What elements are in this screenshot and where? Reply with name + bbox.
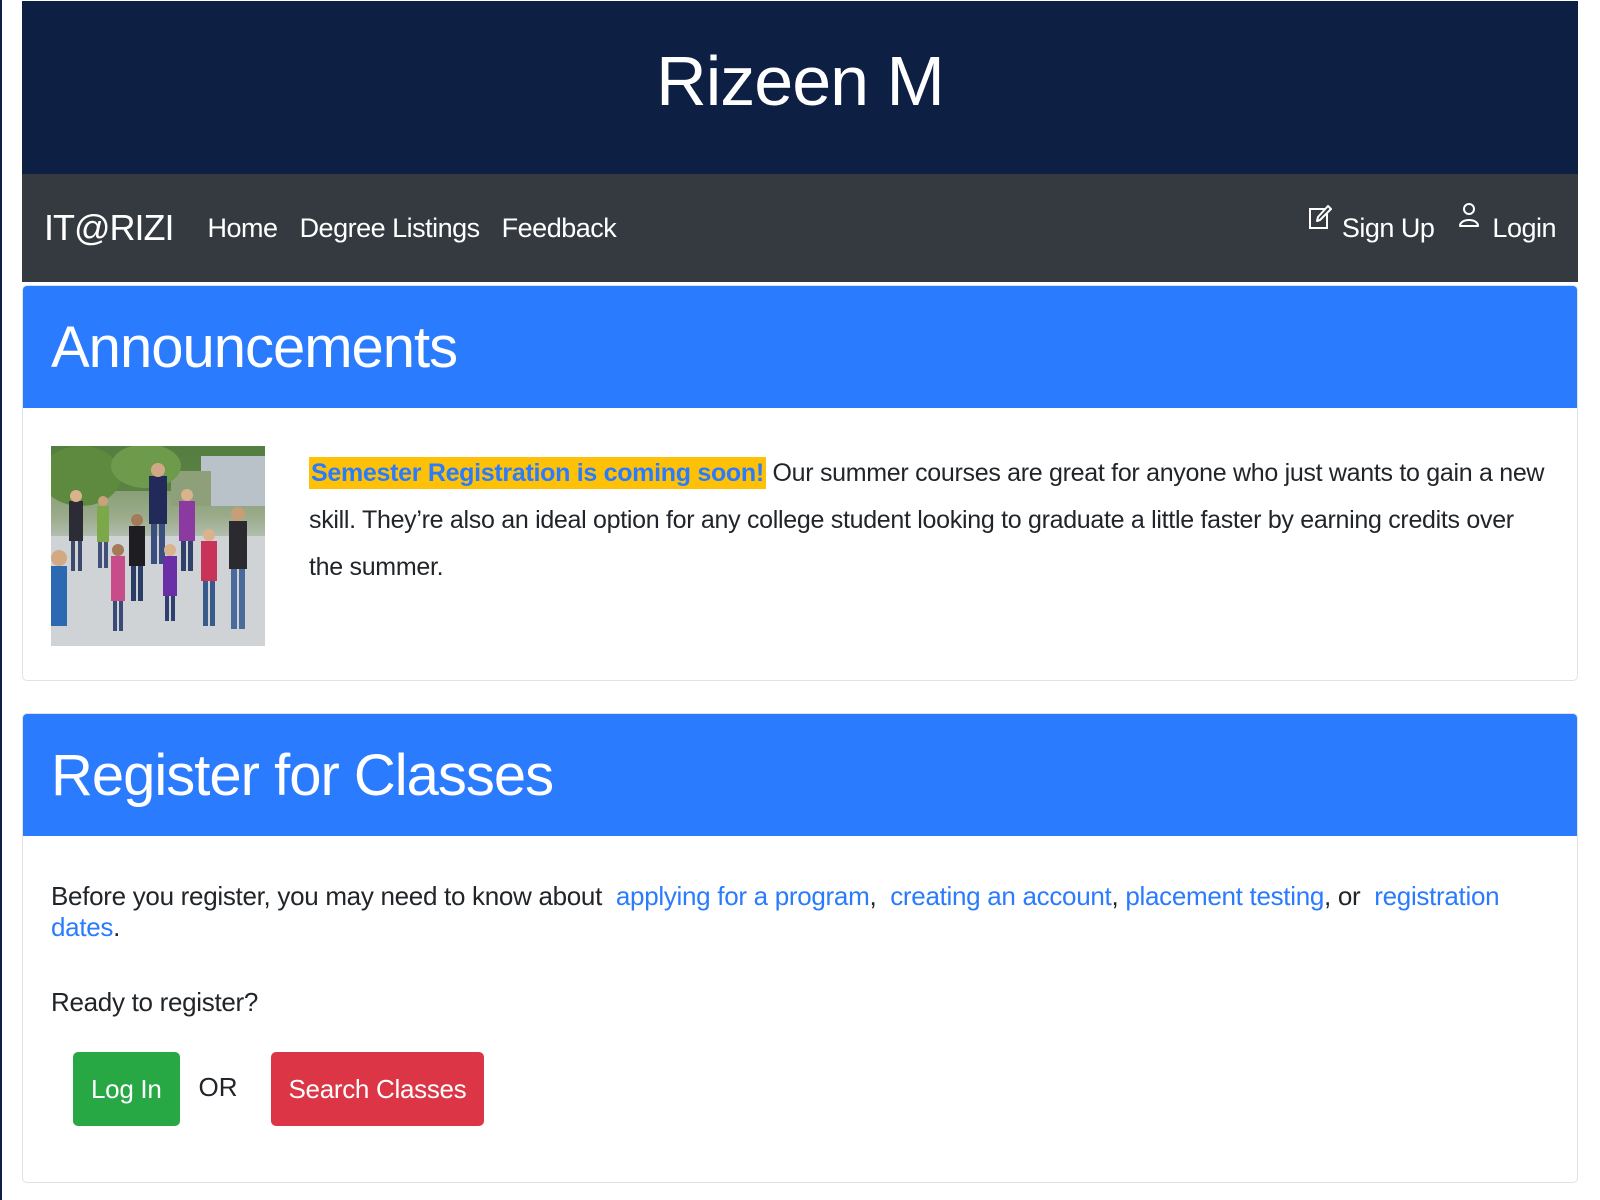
comma-separator: , xyxy=(869,881,877,911)
login-link[interactable]: Login xyxy=(1458,203,1556,244)
period: . xyxy=(113,912,121,942)
pencil-square-icon xyxy=(1308,202,1332,232)
user-icon xyxy=(1458,202,1482,232)
login-label: Login xyxy=(1492,212,1556,243)
or-separator: , or xyxy=(1324,881,1361,911)
creating-account-link[interactable]: creating an account xyxy=(890,881,1112,911)
register-actions: Log In OR Search Classes xyxy=(73,1052,1549,1126)
log-in-button[interactable]: Log In xyxy=(73,1052,180,1126)
page-container: Rizeen M IT@RIZI Home Degree Listings Fe… xyxy=(22,1,1578,1183)
register-card: Register for Classes Before you register… xyxy=(22,713,1578,1183)
or-text: OR xyxy=(198,1071,238,1102)
register-title: Register for Classes xyxy=(51,742,554,808)
navbar: IT@RIZI Home Degree Listings Feedback Si… xyxy=(22,174,1578,282)
announcements-card: Announcements Semester Registration is c… xyxy=(22,285,1578,681)
sign-up-link[interactable]: Sign Up xyxy=(1308,205,1435,244)
announcements-title: Announcements xyxy=(51,314,458,380)
students-walking-photo xyxy=(51,446,265,646)
window-edge xyxy=(0,0,2,1200)
comma-separator: , xyxy=(1111,881,1119,911)
applying-link[interactable]: applying for a program xyxy=(616,881,870,911)
site-title: Rizeen M xyxy=(656,41,945,120)
search-classes-button[interactable]: Search Classes xyxy=(270,1052,485,1126)
ready-to-register-text: Ready to register? xyxy=(51,987,259,1017)
nav-link-degree-listings[interactable]: Degree Listings xyxy=(300,213,481,244)
placement-testing-link[interactable]: placement testing xyxy=(1125,881,1324,911)
announcements-body: Semester Registration is coming soon! Ou… xyxy=(23,408,1577,680)
register-header: Register for Classes xyxy=(23,714,1577,836)
navbar-right: Sign Up Login xyxy=(1298,203,1556,244)
announcement-paragraph: Semester Registration is coming soon! Ou… xyxy=(309,450,1549,591)
announcements-header: Announcements xyxy=(23,286,1577,408)
site-header: Rizeen M xyxy=(22,1,1578,174)
browser-viewport: Rizeen M IT@RIZI Home Degree Listings Fe… xyxy=(0,0,1600,1200)
announcement-highlight: Semester Registration is coming soon! xyxy=(309,457,766,489)
nav-link-feedback[interactable]: Feedback xyxy=(502,213,617,244)
nav-link-home[interactable]: Home xyxy=(208,213,279,244)
navbar-brand[interactable]: IT@RIZI xyxy=(44,207,175,249)
sign-up-label: Sign Up xyxy=(1341,212,1435,243)
register-intro-text: Before you register, you may need to kno… xyxy=(51,881,603,911)
register-intro-line: Before you register, you may need to kno… xyxy=(51,881,1549,943)
register-body: Before you register, you may need to kno… xyxy=(23,836,1577,1164)
